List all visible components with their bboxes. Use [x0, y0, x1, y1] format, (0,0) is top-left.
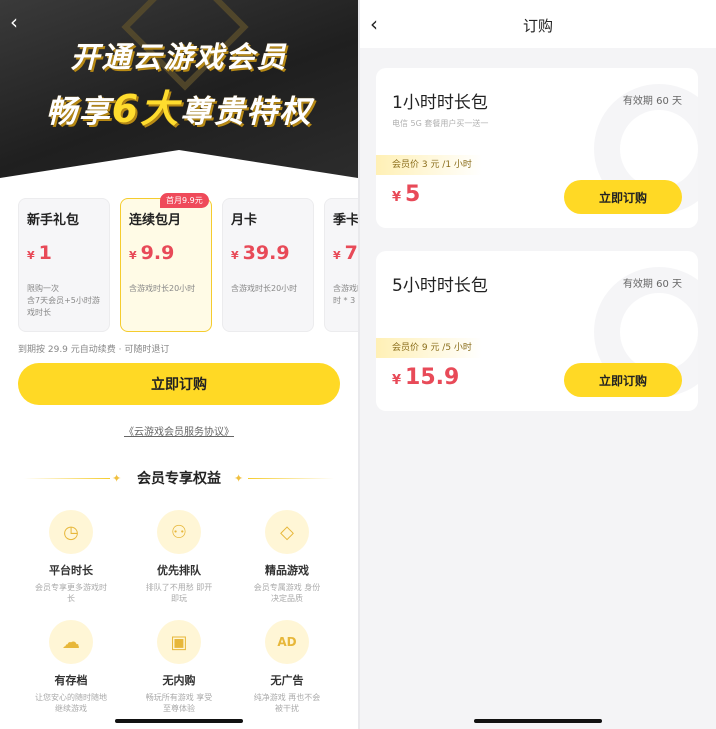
package-subtitle: 电信 5G 套餐用户买一送一	[392, 119, 489, 128]
plan-card-monthly-auto[interactable]: 连续包月 ¥9.9 含游戏时长20小时	[120, 198, 212, 332]
plan-list: 新手礼包 ¥1 限购一次 含7天会员+5小时游戏时长 连续包月 ¥9.9 含游戏…	[18, 198, 358, 332]
membership-banner: ‹ 开通云游戏会员 畅享6大尊贵特权	[0, 0, 358, 178]
benefit-desc: 纯净游戏 再也不会被干扰	[253, 693, 321, 713]
section-divider-right	[248, 478, 334, 479]
benefit-title: 优先排队	[157, 564, 201, 577]
banner-bottom-edge	[0, 150, 358, 178]
package-name: 1小时时长包	[392, 93, 488, 113]
service-agreement-link[interactable]: 《云游戏会员服务协议》	[124, 427, 234, 438]
auto-renew-note: 到期按 29.9 元自动续费 · 可随时退订	[18, 345, 170, 355]
plan-desc: 含游戏时长20小时	[129, 284, 196, 293]
plan-price: ¥39.9	[231, 242, 305, 264]
plan-card-starter[interactable]: 新手礼包 ¥1 限购一次 含7天会员+5小时游戏时长	[18, 198, 110, 332]
banner-text-highlight: 6大	[111, 87, 181, 131]
cloud-save-icon: ☁	[49, 620, 93, 664]
benefit-no-ads: AD 无广告 纯净游戏 再也不会被干扰	[242, 620, 332, 714]
plan-name: 新手礼包	[27, 213, 80, 228]
bag-icon: ▣	[157, 620, 201, 664]
currency-symbol: ¥	[333, 249, 341, 262]
currency-symbol: ¥	[392, 373, 402, 388]
plan-price: ¥7	[333, 242, 358, 264]
member-price-tag: 会员价 9 元 /5 小时	[376, 338, 482, 358]
banner-headline: 开通云游戏会员	[70, 40, 288, 74]
page-title: 订购	[522, 17, 553, 35]
clock-icon: ◷	[49, 510, 93, 554]
package-validity: 有效期 60 天	[622, 279, 682, 290]
plan-name: 季卡	[333, 213, 358, 228]
package-price: ¥15.9	[392, 365, 459, 390]
first-month-badge: 首月9.9元	[160, 193, 209, 208]
benefit-desc: 会员专属游戏 身份决定品质	[253, 583, 321, 603]
nav-bar: ‹ 订购	[360, 0, 716, 48]
price-value: 5	[405, 182, 421, 207]
benefit-desc: 畅玩所有游戏 享受至尊体验	[145, 693, 213, 713]
currency-symbol: ¥	[129, 249, 137, 262]
plan-price: ¥1	[27, 242, 101, 264]
benefit-title: 精品游戏	[265, 564, 309, 577]
price-value: 15.9	[405, 365, 460, 390]
price-value: 39.9	[242, 242, 290, 264]
ornament-right-icon: ✦	[234, 472, 244, 485]
order-screen: ‹ 订购 1小时时长包 有效期 60 天 电信 5G 套餐用户买一送一 会员价 …	[360, 0, 716, 729]
member-price-tag: 会员价 3 元 /1 小时	[376, 155, 482, 175]
benefit-priority-queue: ⚇ 优先排队 排队了不用愁 即开即玩	[134, 510, 224, 604]
benefit-premium-games: ◇ 精品游戏 会员专属游戏 身份决定品质	[242, 510, 332, 604]
queue-icon: ⚇	[157, 510, 201, 554]
currency-symbol: ¥	[392, 190, 402, 205]
benefit-play-time: ◷ 平台时长 会员专享更多游戏时长	[26, 510, 116, 604]
price-value: 1	[38, 242, 52, 264]
benefit-title: 平台时长	[49, 564, 93, 577]
package-name: 5小时时长包	[392, 276, 488, 296]
plan-name: 月卡	[231, 213, 258, 228]
benefit-no-iap: ▣ 无内购 畅玩所有游戏 享受至尊体验	[134, 620, 224, 714]
plan-card-monthly[interactable]: 月卡 ¥39.9 含游戏时长20小时	[222, 198, 314, 332]
plan-name: 连续包月	[129, 213, 182, 228]
currency-symbol: ¥	[231, 249, 239, 262]
package-validity: 有效期 60 天	[622, 96, 682, 107]
buy-button-1h[interactable]: 立即订购	[564, 180, 682, 214]
agreement-link-wrap: 《云游戏会员服务协议》	[0, 423, 358, 438]
no-ads-icon: AD	[265, 620, 309, 664]
diamond-icon: ◇	[265, 510, 309, 554]
price-value: 9.9	[140, 242, 175, 264]
package-card-5h: 5小时时长包 有效期 60 天 会员价 9 元 /5 小时 ¥15.9 立即订购	[376, 251, 698, 411]
benefit-title: 无广告	[270, 674, 304, 687]
benefit-desc: 让您安心的随时随地继续游戏	[35, 693, 107, 713]
currency-symbol: ¥	[27, 249, 35, 262]
back-icon[interactable]: ‹	[10, 10, 18, 34]
benefit-title: 有存档	[54, 674, 88, 687]
benefit-save-data: ☁ 有存档 让您安心的随时随地继续游戏	[26, 620, 116, 714]
subscribe-button[interactable]: 立即订购	[18, 363, 340, 405]
banner-text-pre: 畅享	[45, 94, 112, 130]
banner-subheadline: 畅享6大尊贵特权	[0, 78, 358, 133]
home-indicator[interactable]	[115, 719, 243, 723]
package-price: ¥5	[392, 182, 420, 207]
buy-button-5h[interactable]: 立即订购	[564, 363, 682, 397]
benefit-desc: 排队了不用愁 即开即玩	[145, 583, 213, 603]
banner-text-post: 尊贵特权	[180, 94, 313, 130]
benefit-desc: 会员专享更多游戏时长	[35, 583, 107, 603]
home-indicator[interactable]	[474, 719, 602, 723]
plan-card-quarterly[interactable]: 季卡 ¥7 含游戏时 时 * 3	[324, 198, 358, 332]
package-card-1h: 1小时时长包 有效期 60 天 电信 5G 套餐用户买一送一 会员价 3 元 /…	[376, 68, 698, 228]
plan-desc: 限购一次 含7天会员+5小时游戏时长	[27, 284, 100, 317]
plan-desc: 含游戏时长20小时	[231, 284, 298, 293]
plan-price: ¥9.9	[129, 242, 203, 264]
plan-desc: 含游戏时 时 * 3	[333, 284, 358, 305]
price-value: 7	[344, 242, 358, 264]
membership-screen: ‹ 开通云游戏会员 畅享6大尊贵特权 新手礼包 ¥1 限购一次 含7天会员+5小…	[0, 0, 358, 729]
benefit-title: 无内购	[162, 674, 196, 687]
